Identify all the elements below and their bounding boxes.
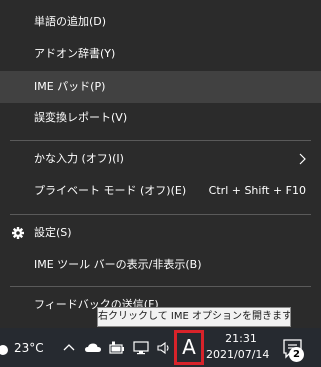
menu-item-label: 単語の追加(D) [34, 15, 107, 28]
menu-item-addon-dictionary[interactable]: アドオン辞書(Y) [0, 38, 321, 70]
menu-item-label: IME パッド(P) [34, 80, 106, 93]
menu-item-add-word[interactable]: 単語の追加(D) [0, 6, 321, 38]
menu-separator [10, 286, 311, 287]
chevron-right-icon [299, 153, 306, 165]
menu-item-label: 誤変換レポート(V) [34, 111, 128, 124]
menu-separator [10, 214, 311, 215]
speaker-icon[interactable] [156, 340, 172, 356]
menu-item-label: かな入力 (オフ)(I) [34, 152, 124, 165]
ime-tooltip: 右クリックして IME オプションを開きます [97, 307, 291, 327]
menu-separator [10, 140, 311, 141]
clock-date[interactable]: 2021/07/14 [206, 348, 269, 362]
chevron-up-icon[interactable] [62, 340, 76, 356]
taskbar: 23°C A 21:31 2021/07/14 2 [0, 328, 321, 367]
menu-item-label: プライベート モード (オフ)(E) [34, 184, 187, 197]
network-icon[interactable] [132, 340, 150, 356]
menu-item-label: 設定(S) [34, 226, 72, 239]
menu-item-toggle-toolbar[interactable]: IME ツール バーの表示/非表示(B) [0, 249, 321, 281]
temperature[interactable]: 23°C [14, 340, 44, 356]
menu-item-shortcut: Ctrl + Shift + F10 [208, 184, 306, 197]
notification-count-badge: 2 [289, 347, 304, 362]
ime-mode-indicator[interactable]: A [174, 330, 204, 365]
menu-item-kana-input[interactable]: かな入力 (オフ)(I) [0, 143, 321, 175]
clock-time[interactable]: 21:31 [216, 332, 266, 346]
menu-item-private-mode[interactable]: プライベート モード (オフ)(E) Ctrl + Shift + F10 [0, 175, 321, 207]
battery-icon[interactable] [108, 340, 126, 356]
menu-item-label: IME ツール バーの表示/非表示(B) [34, 258, 202, 271]
gear-icon [12, 227, 24, 239]
menu-item-settings[interactable]: 設定(S) [0, 217, 321, 249]
menu-item-label: アドオン辞書(Y) [34, 47, 116, 60]
menu-item-ime-pad[interactable]: IME パッド(P) [0, 71, 321, 103]
menu-item-misconversion-report[interactable]: 誤変換レポート(V) [0, 102, 321, 134]
ime-context-menu: 単語の追加(D) アドオン辞書(Y) IME パッド(P) 誤変換レポート(V)… [0, 0, 321, 326]
onedrive-cloud-icon[interactable] [84, 340, 102, 356]
weather-icon [0, 345, 8, 355]
